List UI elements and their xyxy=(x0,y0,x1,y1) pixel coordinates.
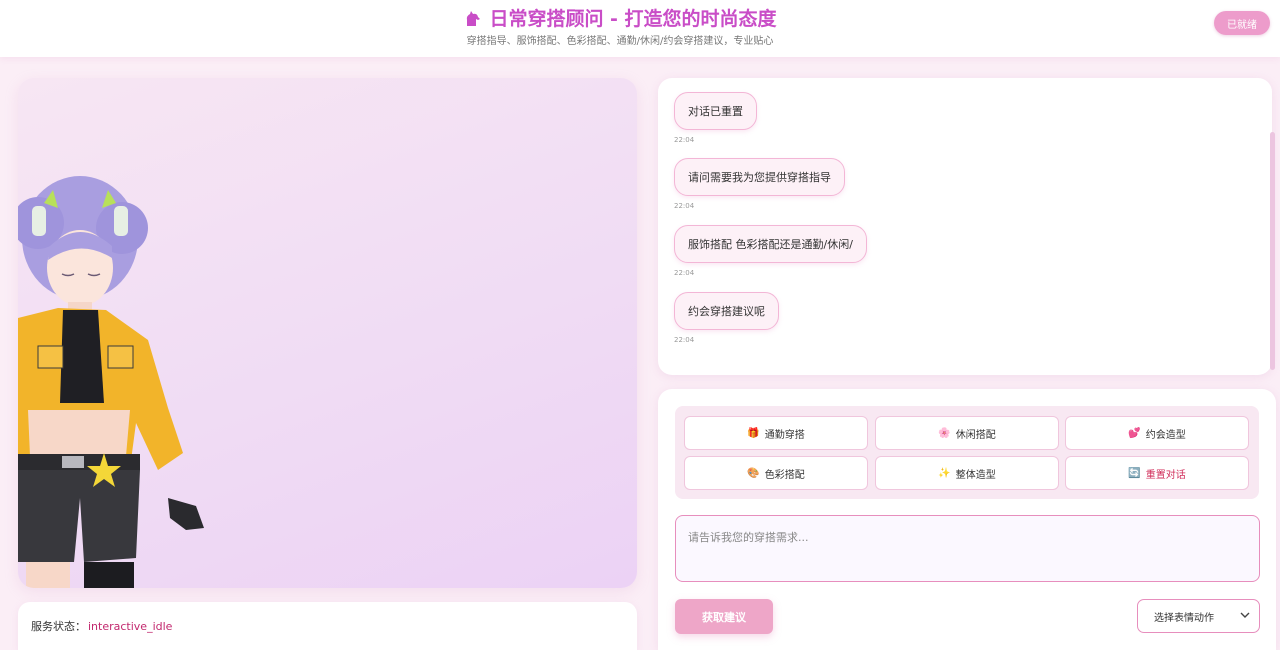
message-time: 22:04 xyxy=(674,269,695,277)
chat-message: 请问需要我为您提供穿搭指导 22:04 xyxy=(674,158,845,210)
quick-action-label: 整体造型 xyxy=(955,469,996,481)
page-title: 日常穿搭顾问 - 打造您的时尚态度 xyxy=(0,4,1240,31)
emotion-select[interactable]: 选择表情动作 xyxy=(1137,599,1260,633)
emotion-select-value: 选择表情动作 xyxy=(1154,612,1214,624)
control-panel: 🎁 通勤穿搭 🌸 休闲搭配 💕 约会造型 🎨 色彩搭配 ✨ 整体造型 🔄 重置对… xyxy=(658,389,1276,650)
chat-scrollbar[interactable] xyxy=(1270,132,1275,370)
chat-message: 服饰搭配 色彩搭配还是通勤/休闲/ 22:04 xyxy=(674,225,867,277)
palette-icon: 🎨 xyxy=(747,467,760,479)
get-advice-button[interactable]: 获取建议 xyxy=(675,599,773,634)
message-bubble: 请问需要我为您提供穿搭指导 xyxy=(674,158,845,196)
quick-overall-button[interactable]: ✨ 整体造型 xyxy=(875,456,1059,490)
quick-commute-button[interactable]: 🎁 通勤穿搭 xyxy=(684,416,868,450)
message-time: 22:04 xyxy=(674,336,695,344)
reset-chat-button[interactable]: 🔄 重置对话 xyxy=(1065,456,1249,490)
refresh-icon: 🔄 xyxy=(1128,467,1141,479)
quick-action-label: 重置对话 xyxy=(1145,469,1186,481)
message-bubble: 约会穿搭建议呢 xyxy=(674,292,779,330)
message-bubble: 对话已重置 xyxy=(674,92,757,130)
message-input[interactable]: 请告诉我您的穿搭需求... xyxy=(675,515,1260,582)
unicorn-icon xyxy=(467,11,481,26)
quick-action-label: 休闲搭配 xyxy=(955,429,996,441)
quick-action-label: 通勤穿搭 xyxy=(764,429,805,441)
heart-icon: 💕 xyxy=(1128,427,1141,439)
quick-date-button[interactable]: 💕 约会造型 xyxy=(1065,416,1249,450)
chat-message: 约会穿搭建议呢 22:04 xyxy=(674,292,779,344)
quick-actions: 🎁 通勤穿搭 🌸 休闲搭配 💕 约会造型 🎨 色彩搭配 ✨ 整体造型 🔄 重置对… xyxy=(675,406,1259,499)
service-status-card: 服务状态： interactive_idle xyxy=(18,602,637,650)
flower-icon: 🌸 xyxy=(938,427,951,439)
chat-message: 对话已重置 22:04 xyxy=(674,92,757,144)
avatar xyxy=(18,176,204,588)
page-title-text: 日常穿搭顾问 - 打造您的时尚态度 xyxy=(489,8,777,30)
quick-casual-button[interactable]: 🌸 休闲搭配 xyxy=(875,416,1059,450)
chevron-down-icon xyxy=(1240,612,1250,618)
service-status-value: interactive_idle xyxy=(88,619,173,633)
message-time: 22:04 xyxy=(674,136,695,144)
message-time: 22:04 xyxy=(674,202,695,210)
quick-action-label: 色彩搭配 xyxy=(764,469,805,481)
sparkles-icon: ✨ xyxy=(938,467,951,479)
service-status-label: 服务状态： xyxy=(31,620,86,633)
avatar-stage xyxy=(18,78,637,588)
gift-icon: 🎁 xyxy=(747,427,760,439)
quick-action-label: 约会造型 xyxy=(1145,429,1186,441)
message-bubble: 服饰搭配 色彩搭配还是通勤/休闲/ xyxy=(674,225,867,263)
quick-color-button[interactable]: 🎨 色彩搭配 xyxy=(684,456,868,490)
page-subtitle: 穿搭指导、服饰搭配、色彩搭配、通勤/休闲/约会穿搭建议，专业贴心 xyxy=(466,36,774,47)
header: 日常穿搭顾问 - 打造您的时尚态度 穿搭指导、服饰搭配、色彩搭配、通勤/休闲/约… xyxy=(0,0,1280,57)
chat-panel[interactable]: 对话已重置 22:04 请问需要我为您提供穿搭指导 22:04 服饰搭配 色彩搭… xyxy=(658,78,1272,375)
status-badge[interactable]: 已就绪 xyxy=(1214,11,1270,35)
